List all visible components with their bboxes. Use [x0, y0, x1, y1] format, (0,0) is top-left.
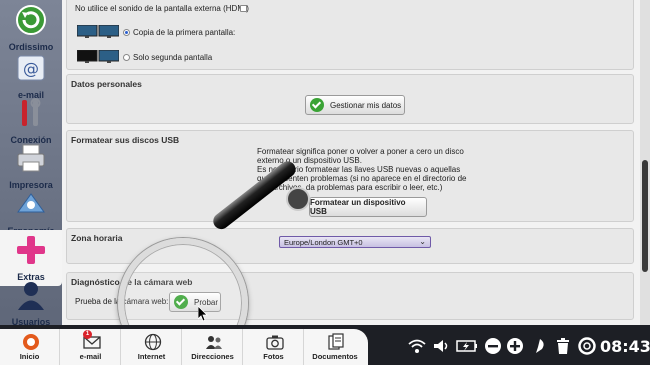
mirror-screen-label: Copia de la primera pantalla: [133, 28, 236, 37]
taskbar: Inicio 1 e-mail Internet Direcciones Fot… [0, 325, 650, 365]
format-usb-description-line: externo o un dispositivo USB. [257, 156, 362, 165]
sidebar-item-usuarios[interactable]: Usuarios [0, 275, 62, 331]
user-icon [18, 282, 44, 310]
zoom-in-icon[interactable] [506, 337, 524, 355]
plus-icon [17, 236, 45, 264]
chevron-down-icon: ⌄ [419, 237, 426, 246]
second-screen-only-radio[interactable] [123, 54, 130, 61]
tools-icon [22, 98, 41, 126]
display-panel: No utilice el sonido de la pantalla exte… [66, 0, 634, 70]
format-usb-title: Formatear sus discos USB [71, 135, 180, 145]
taskbar-email[interactable]: 1 e-mail [61, 329, 121, 365]
taskbar-documentos[interactable]: Documentos [305, 329, 365, 365]
taskbar-internet[interactable]: Internet [122, 329, 182, 365]
taskbar-direcciones[interactable]: Direcciones [183, 329, 243, 365]
clock: 08:43 [600, 337, 650, 356]
taskbar-apps: Inicio 1 e-mail Internet Direcciones Fot… [0, 329, 368, 365]
taskbar-label: Documentos [312, 352, 358, 361]
volume-icon[interactable] [432, 337, 450, 355]
taskbar-label: Internet [137, 352, 166, 361]
manage-data-button[interactable]: Gestionar mis datos [305, 95, 405, 115]
format-usb-description-line: Formatear significa poner o volver a pon… [257, 147, 464, 156]
scrollbar[interactable] [640, 0, 650, 325]
format-usb-panel: Formatear sus discos USB Formatear signi… [66, 130, 634, 222]
camera-icon [266, 335, 284, 350]
checkmark-icon [174, 295, 188, 309]
timezone-value: Europe/London GMT+0 [284, 238, 363, 247]
checkmark-icon [310, 98, 324, 112]
taskbar-fotos[interactable]: Fotos [244, 329, 304, 365]
format-usb-description-line: sus archivos, da problemas para escribir… [257, 183, 443, 192]
wifi-icon[interactable] [408, 337, 426, 355]
taskbar-label: e-mail [79, 352, 102, 361]
email-icon: @ [17, 55, 45, 81]
documents-icon [328, 333, 344, 350]
mouse-cursor-icon [198, 306, 208, 322]
ordissimo-logo-icon [23, 334, 39, 350]
format-usb-button-label: Formatear un dispositivo USB [310, 198, 406, 216]
hdmi-sound-label: No utilice el sonido de la pantalla exte… [75, 4, 249, 13]
magic-wand-icon[interactable] [530, 337, 548, 355]
second-screen-only-label: Solo segunda pantalla [133, 53, 213, 62]
personal-data-title: Datos personales [71, 79, 142, 89]
personal-data-panel: Datos personales Gestionar mis datos [66, 74, 634, 124]
taskbar-inicio[interactable]: Inicio [0, 329, 60, 365]
printer-icon [17, 144, 45, 172]
second-screen-only-icon [77, 50, 119, 63]
unread-badge: 1 [83, 330, 92, 339]
globe-icon [144, 333, 162, 351]
back-arrow-icon [16, 5, 46, 35]
taskbar-label: Fotos [263, 352, 284, 361]
webcam-diagnostic-title: Diagnóstico de la cámara web [71, 277, 193, 287]
contacts-icon [206, 336, 222, 349]
battery-icon[interactable] [456, 337, 478, 355]
zoom-out-icon[interactable] [484, 337, 502, 355]
trash-icon[interactable] [554, 337, 572, 355]
webcam-diagnostic-panel: Diagnóstico de la cámara web Prueba de l… [66, 272, 634, 320]
svg-text:@: @ [23, 59, 39, 78]
ergonomics-icon [17, 193, 45, 213]
taskbar-label: Inicio [19, 352, 40, 361]
manage-data-button-label: Gestionar mis datos [330, 100, 402, 110]
mirror-screen-radio[interactable] [123, 29, 130, 36]
test-webcam-button[interactable]: Probar [169, 292, 221, 312]
format-usb-description-line: que presenten problemas (si no aparece e… [257, 174, 467, 183]
format-usb-button[interactable]: Formatear un dispositivo USB [309, 197, 427, 217]
scrollbar-thumb[interactable] [642, 160, 648, 272]
help-lifebuoy-icon[interactable] [578, 337, 596, 355]
timezone-title: Zona horaria [71, 233, 123, 243]
taskbar-label: Direcciones [191, 352, 234, 361]
settings-content: No utilice el sonido de la pantalla exte… [62, 0, 640, 325]
hdmi-sound-checkbox[interactable] [240, 5, 247, 12]
format-usb-description-line: Es necesario formatear las llaves USB nu… [257, 165, 461, 174]
dual-screen-mirror-icon [77, 25, 119, 38]
webcam-test-label: Prueba de la cámara web: [75, 297, 169, 306]
timezone-select[interactable]: Europe/London GMT+0 ⌄ [279, 236, 431, 248]
sidebar: Ordissimo @ e-mail Conexión Impresora Er… [0, 0, 62, 327]
timezone-panel: Zona horaria Europe/London GMT+0 ⌄ [66, 228, 634, 264]
